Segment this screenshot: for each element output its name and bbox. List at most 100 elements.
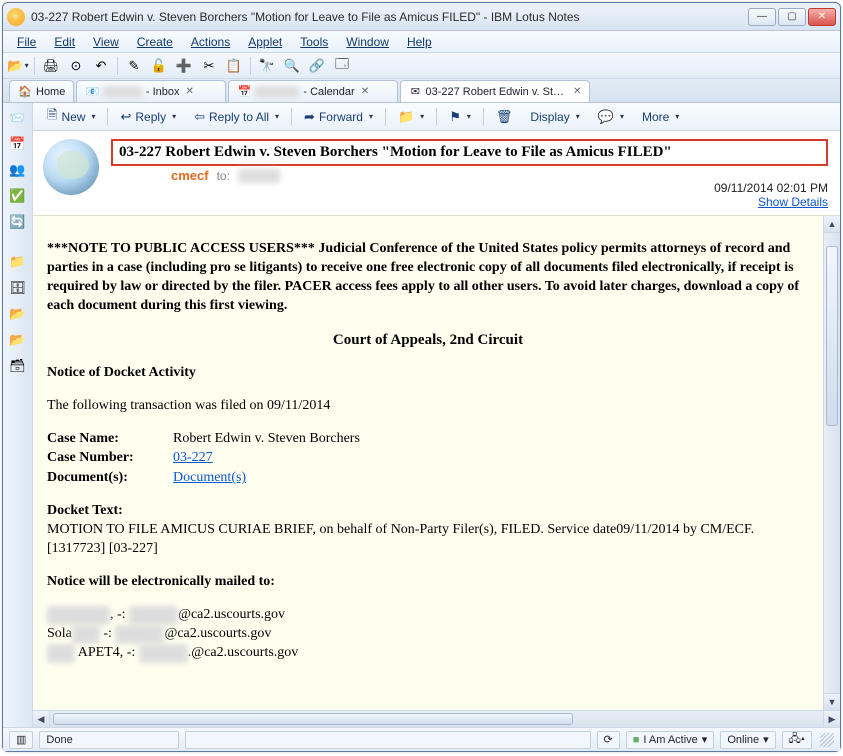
case-number-link[interactable]: 03-227 <box>173 450 213 465</box>
redacted: xxxxxxx <box>103 86 142 98</box>
menu-applet[interactable]: Applet <box>240 33 290 51</box>
separator <box>291 108 292 126</box>
open-button[interactable]: 📂 <box>7 56 29 76</box>
notice-title: Notice of Docket Activity <box>47 364 809 383</box>
docket-text: MOTION TO FILE AMICUS CURIAE BRIEF, on b… <box>47 522 754 556</box>
status-indicator[interactable]: ▥ <box>9 731 33 749</box>
mail-datetime: 09/11/2014 02:01 PM <box>714 181 828 195</box>
status-online[interactable]: Online▾ <box>720 731 775 749</box>
status-network-icon[interactable]: 🖧▴ <box>782 731 812 749</box>
print-button[interactable]: 🖨 <box>40 56 62 76</box>
globe-icon <box>43 139 99 195</box>
preview-button[interactable]: ⊙ <box>65 56 87 76</box>
sidebar-folder-icon[interactable]: 📁 <box>7 251 29 273</box>
scroll-right-icon[interactable]: ▶ <box>823 711 840 727</box>
more-button[interactable]: More <box>634 106 687 128</box>
vertical-scrollbar[interactable]: ▲ ▼ <box>823 216 840 710</box>
separator <box>117 57 118 75</box>
new-icon: 🗎 <box>47 106 57 128</box>
left-sidebar: 📨 📅 👥 ✅ 🔄 📁 🗄 📂 📂 🗃 <box>3 103 33 727</box>
forward-icon: ➦ <box>304 109 315 125</box>
mail-body[interactable]: ***NOTE TO PUBLIC ACCESS USERS*** Judici… <box>33 216 823 710</box>
scroll-up-icon[interactable]: ▲ <box>824 216 840 233</box>
titlebar: ◦ 03-227 Robert Edwin v. Steven Borchers… <box>3 3 840 31</box>
documents-link[interactable]: Document(s) <box>173 470 246 485</box>
search-button[interactable]: 🔍 <box>281 56 303 76</box>
flag-icon: ⚑ <box>449 109 461 125</box>
status-active[interactable]: ■I Am Active▾ <box>626 731 715 749</box>
menu-edit[interactable]: Edit <box>46 33 83 51</box>
tab-inbox[interactable]: 📧 xxxxxxx - Inbox ✕ <box>76 80 226 102</box>
menu-file[interactable]: File <box>9 33 44 51</box>
horizontal-scrollbar[interactable]: ◀ ▶ <box>33 710 840 727</box>
sidebar-folder3-icon[interactable]: 📂 <box>7 329 29 351</box>
minimize-button[interactable]: — <box>748 8 776 26</box>
chat-button[interactable]: 💬 <box>590 106 632 128</box>
scroll-down-icon[interactable]: ▼ <box>824 693 840 710</box>
window-title: 03-227 Robert Edwin v. Steven Borchers "… <box>31 10 748 24</box>
menu-view[interactable]: View <box>85 33 127 51</box>
sidebar-database-icon[interactable]: 🗄 <box>7 277 29 299</box>
show-details-link[interactable]: Show Details <box>758 195 828 209</box>
close-button[interactable]: ✕ <box>808 8 836 26</box>
folder-icon: 📁 <box>398 109 414 125</box>
flag-button[interactable]: ⚑ <box>441 106 479 128</box>
trash-icon: 🗑 <box>496 109 513 125</box>
reply-all-icon: ⇦ <box>194 109 205 125</box>
scroll-left-icon[interactable]: ◀ <box>33 711 50 727</box>
tab-document[interactable]: ✉ 03-227 Robert Edwin v. Steven ... ✕ <box>400 80 590 102</box>
delete-button[interactable]: 🗑 <box>488 106 521 128</box>
app-icon: ◦ <box>7 8 25 26</box>
sidebar-calendar-icon[interactable]: 📅 <box>7 133 29 155</box>
court-heading: Court of Appeals, 2nd Circuit <box>47 330 809 350</box>
status-sync-icon[interactable]: ⟳ <box>597 731 620 749</box>
folder-button[interactable]: 📁 <box>390 106 432 128</box>
app-window: ◦ 03-227 Robert Edwin v. Steven Borchers… <box>2 2 841 752</box>
reply-button[interactable]: ↩Reply <box>112 106 184 128</box>
pacer-note: ***NOTE TO PUBLIC ACCESS USERS*** Judici… <box>47 240 809 316</box>
case-name-row: Case Name: Robert Edwin v. Steven Borche… <box>47 430 809 449</box>
tab-close-icon[interactable]: ✕ <box>573 86 581 97</box>
status-center <box>185 731 590 749</box>
menu-actions[interactable]: Actions <box>183 33 238 51</box>
plus-button[interactable]: ➕ <box>173 56 195 76</box>
menu-help[interactable]: Help <box>399 33 440 51</box>
separator <box>436 108 437 126</box>
sidebar-todo-icon[interactable]: ✅ <box>7 185 29 207</box>
link-button[interactable]: 🔗 <box>306 56 328 76</box>
tab-calendar[interactable]: 📅 xxxxxxxx - Calendar ✕ <box>228 80 398 102</box>
lock-button[interactable]: 🔓 <box>148 56 170 76</box>
scroll-thumb[interactable] <box>826 246 838 426</box>
binoculars-icon[interactable]: 🔭 <box>256 56 278 76</box>
sidebar-folder2-icon[interactable]: 📂 <box>7 303 29 325</box>
menu-tools[interactable]: Tools <box>292 33 336 51</box>
tab-close-icon[interactable]: ✕ <box>361 86 369 97</box>
edit-button[interactable]: ✎ <box>123 56 145 76</box>
resize-grip[interactable] <box>820 733 834 747</box>
tab-home[interactable]: 🏠 Home <box>9 80 74 102</box>
sidebar-archive-icon[interactable]: 🗃 <box>7 355 29 377</box>
cut-button[interactable]: ✂ <box>198 56 220 76</box>
menu-create[interactable]: Create <box>129 33 181 51</box>
reply-all-button[interactable]: ⇦Reply to All <box>186 106 287 128</box>
sidebar-compose-icon[interactable]: 📨 <box>7 107 29 129</box>
scroll-thumb[interactable] <box>53 713 573 725</box>
separator <box>385 108 386 126</box>
separator <box>34 57 35 75</box>
transaction-line: The following transaction was filed on 0… <box>47 397 809 416</box>
main-toolbar: 📂 🖨 ⊙ ↶ ✎ 🔓 ➕ ✂ 📋 🔭 🔍 🔗 🗔 <box>3 53 840 79</box>
menu-window[interactable]: Window <box>338 33 397 51</box>
window-button[interactable]: 🗔 <box>331 56 353 76</box>
copy-button[interactable]: 📋 <box>223 56 245 76</box>
tab-close-icon[interactable]: ✕ <box>185 86 193 97</box>
maximize-button[interactable]: ▢ <box>778 8 806 26</box>
sidebar-contacts-icon[interactable]: 👥 <box>7 159 29 181</box>
case-number-row: Case Number: 03-227 <box>47 449 809 468</box>
docket-text-label: Docket Text: <box>47 503 123 518</box>
sidebar-refresh-icon[interactable]: 🔄 <box>7 211 29 233</box>
undo-button[interactable]: ↶ <box>90 56 112 76</box>
display-button[interactable]: Display <box>522 106 587 128</box>
forward-button[interactable]: ➦Forward <box>296 106 381 128</box>
new-button[interactable]: 🗎New <box>39 106 103 128</box>
mail-from: cmecf <box>171 168 209 183</box>
